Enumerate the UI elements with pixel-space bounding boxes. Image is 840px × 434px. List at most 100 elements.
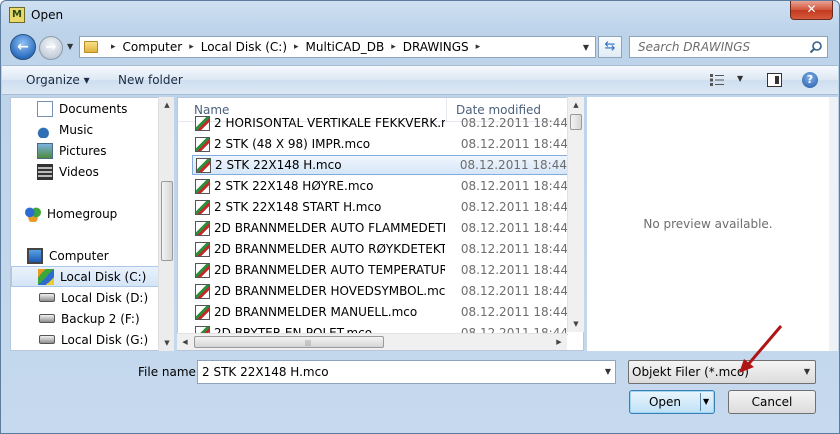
disk-drive-icon: [39, 335, 55, 344]
videos-icon: [37, 163, 53, 180]
file-row[interactable]: 2 STK 22X148 START H.mco 08.12.2011 18:44: [192, 197, 568, 217]
file-row[interactable]: 2 STK 22X148 H.mco 08.12.2011 18:44: [192, 155, 568, 175]
file-row[interactable]: 2 STK 22X148 HØYRE.mco 08.12.2011 18:44: [192, 176, 568, 196]
breadcrumb-computer[interactable]: Computer: [123, 40, 183, 54]
file-date: 08.12.2011 18:44: [460, 263, 568, 277]
nav-item-backup-f[interactable]: Backup 2 (F:): [39, 308, 172, 329]
scroll-up-icon[interactable]: ▲: [568, 97, 584, 113]
scroll-up-icon[interactable]: ▲: [159, 97, 175, 113]
mco-file-icon: [195, 136, 210, 152]
views-icon[interactable]: [710, 74, 724, 86]
views-dropdown-icon[interactable]: ▼: [737, 74, 743, 83]
nav-item-label: Backup 2 (F:): [61, 311, 140, 326]
file-row[interactable]: 2D BRANNMELDER AUTO RØYKDETEKT... 08.12.2…: [192, 239, 568, 259]
chevron-right-icon[interactable]: ▸: [476, 42, 481, 52]
file-row[interactable]: 2 HORISONTAL VERTIKALE FEKKVERK.mco 08.12…: [192, 113, 568, 133]
close-button[interactable]: ✕: [790, 1, 833, 20]
chevron-right-icon[interactable]: ▸: [111, 42, 116, 52]
cancel-button[interactable]: Cancel: [728, 390, 816, 414]
file-date: 08.12.2011 18:44: [460, 305, 568, 319]
back-button[interactable]: ←: [10, 34, 36, 60]
nav-item-label: Local Disk (G:): [61, 332, 149, 347]
nav-item-homegroup[interactable]: Homegroup: [25, 203, 172, 224]
chevron-right-icon[interactable]: ▸: [294, 42, 299, 52]
mco-file-icon: [195, 262, 210, 278]
file-name: 2D BRANNMELDER MANUELL.mco: [214, 305, 418, 319]
file-name-field[interactable]: 2 STK 22X148 H.mco ▼: [197, 360, 616, 384]
search-icon[interactable]: [809, 40, 823, 54]
open-button[interactable]: Open ▼: [629, 390, 715, 414]
file-name: 2 STK 22X148 START H.mco: [214, 200, 382, 214]
chevron-right-icon[interactable]: ▸: [189, 42, 194, 52]
file-date: 08.12.2011 18:44: [460, 284, 568, 298]
nav-item-documents[interactable]: Documents: [37, 98, 172, 119]
computer-icon: [27, 247, 43, 264]
navigation-scrollbar[interactable]: ▲ ▼: [158, 97, 174, 351]
pane-edge: [829, 97, 838, 351]
scroll-down-icon[interactable]: ▼: [159, 335, 175, 351]
refresh-button[interactable]: ⇆: [598, 36, 622, 58]
scrollbar-thumb[interactable]: [570, 114, 582, 130]
preview-message: No preview available.: [643, 217, 773, 231]
file-list: Name Date modified 2 HORISONTAL VERTIKAL…: [177, 97, 584, 351]
file-row[interactable]: 2D BRANNMELDER MANUELL.mco 08.12.2011 18:…: [192, 302, 568, 322]
scroll-down-icon[interactable]: ▼: [568, 316, 584, 332]
scroll-left-icon[interactable]: ◀: [177, 334, 193, 350]
nav-item-label: Music: [59, 122, 94, 137]
chevron-down-icon[interactable]: ▼: [605, 361, 611, 383]
file-date: 08.12.2011 18:44: [459, 158, 567, 172]
mco-file-icon: [195, 283, 210, 299]
recent-pages-dropdown[interactable]: ▼: [67, 42, 73, 51]
nav-item-pictures[interactable]: Pictures: [37, 140, 172, 161]
mco-file-icon: [196, 157, 211, 173]
new-folder-button[interactable]: New folder: [118, 73, 183, 87]
file-name: 2 STK 22X148 H.mco: [215, 158, 342, 172]
open-dropdown-icon[interactable]: ▼: [703, 391, 709, 413]
file-row[interactable]: 2D BRANNMELDER AUTO TEMPERATUR... 08.12.2…: [192, 260, 568, 280]
scrollbar-thumb[interactable]: |||: [194, 336, 384, 348]
file-name-value: 2 STK 22X148 H.mco: [202, 365, 329, 379]
mco-file-icon: [195, 220, 210, 236]
title-bar: M Open ✕: [1, 1, 839, 31]
breadcrumb-drawings[interactable]: DRAWINGS: [403, 40, 469, 54]
file-row[interactable]: 2D BRANNMELDER HOVEDSYMBOL.mco 08.12.2011…: [192, 281, 568, 301]
file-date: 08.12.2011 18:44: [460, 137, 568, 151]
nav-item-videos[interactable]: Videos: [37, 161, 172, 182]
command-bar: Organize ▾ New folder ▼ ?: [2, 65, 838, 95]
file-name: 2 STK 22X148 HØYRE.mco: [214, 179, 374, 193]
dialog-title: Open: [31, 8, 64, 22]
organize-button[interactable]: Organize ▾: [26, 73, 90, 87]
file-date: 08.12.2011 18:44: [460, 116, 568, 130]
scroll-right-icon[interactable]: ▶: [551, 334, 567, 350]
breadcrumb-multicad-db[interactable]: MultiCAD_DB: [306, 40, 385, 54]
file-type-filter[interactable]: Objekt Filer (*.mco) ▼: [628, 360, 816, 384]
file-date: 08.12.2011 18:44: [460, 242, 568, 256]
address-bar[interactable]: ▸ Computer ▸ Local Disk (C:) ▸ MultiCAD_…: [79, 36, 596, 58]
forward-button[interactable]: →: [39, 36, 63, 60]
file-date: 08.12.2011 18:44: [460, 221, 568, 235]
scrollbar-thumb[interactable]: [161, 181, 173, 261]
chevron-down-icon[interactable]: ▼: [804, 361, 810, 383]
pictures-icon: [37, 142, 53, 159]
address-dropdown-icon[interactable]: ▼: [583, 43, 589, 52]
nav-item-local-disk-c[interactable]: Local Disk (C:): [11, 266, 159, 287]
nav-item-music[interactable]: Music: [37, 119, 172, 140]
help-icon[interactable]: ?: [802, 72, 818, 88]
file-row[interactable]: 2 STK (48 X 98) IMPR.mco 08.12.2011 18:44: [192, 134, 568, 154]
nav-item-label: Local Disk (D:): [61, 290, 149, 305]
search-input[interactable]: Search DRAWINGS: [629, 36, 828, 58]
chevron-right-icon[interactable]: ▸: [391, 42, 396, 52]
music-icon: [37, 121, 53, 138]
nav-item-computer[interactable]: Computer: [27, 245, 172, 266]
nav-item-label: Computer: [49, 248, 109, 263]
nav-item-local-disk-d[interactable]: Local Disk (D:): [39, 287, 172, 308]
nav-item-local-disk-g[interactable]: Local Disk (G:): [39, 329, 172, 350]
file-list-horizontal-scrollbar[interactable]: ◀ ||| ▶: [177, 333, 567, 350]
nav-item-label: Local Disk (C:): [60, 269, 147, 284]
local-disk-icon: [38, 268, 54, 285]
preview-pane-icon[interactable]: [767, 73, 782, 87]
file-name: 2D BRANNMELDER AUTO TEMPERATUR...: [214, 263, 445, 277]
breadcrumb-local-disk-c[interactable]: Local Disk (C:): [201, 40, 287, 54]
file-list-vertical-scrollbar[interactable]: ▲ ▼: [567, 97, 584, 332]
file-row[interactable]: 2D BRANNMELDER AUTO FLAMMEDETE... 08.12.2…: [192, 218, 568, 238]
